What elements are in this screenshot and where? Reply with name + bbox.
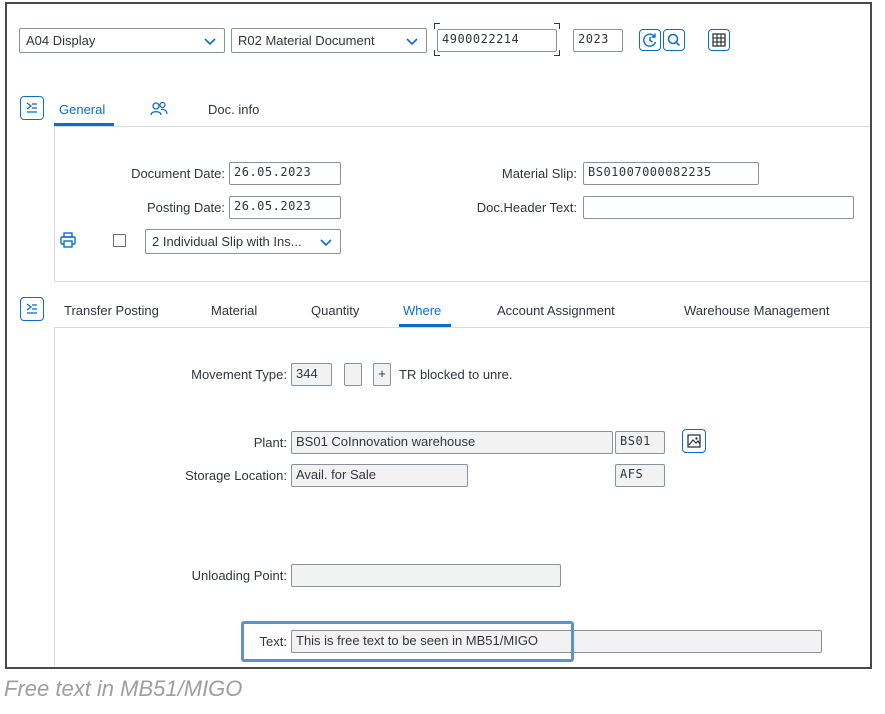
search-button[interactable] [663,29,685,51]
material-slip-field[interactable]: BS01007000082235 [583,162,759,185]
refresh-clock-icon [643,33,657,47]
doc-header-text-label: Doc.Header Text: [476,200,577,215]
tab-where[interactable]: Where [403,303,441,318]
action-dropdown[interactable]: A04 Display [19,28,225,53]
tab-general[interactable]: General [59,102,105,117]
overview-button[interactable] [708,29,730,51]
document-number-field[interactable]: 4900022214 [437,29,557,52]
unloading-point-field [291,564,561,587]
field-corner-mark [554,23,560,29]
posting-date-field[interactable]: 26.05.2023 [229,196,341,219]
reference-document-value: R02 Material Document [238,33,375,48]
reference-document-dropdown[interactable]: R02 Material Document [231,28,427,53]
plant-label: Plant: [253,435,287,450]
field-corner-mark [434,23,440,29]
figure-caption: Free text in MB51/MIGO [4,676,243,701]
collapse-panel-icon [26,102,37,113]
divider [54,126,870,127]
debit-credit-sign-field: + [373,363,391,386]
storage-location-name-field: Avail. for Sale [291,464,468,487]
chevron-down-icon [204,38,216,46]
storage-location-label: Storage Location: [185,468,287,483]
tab-doc-info[interactable]: Doc. info [208,102,259,117]
tab-partner[interactable] [149,100,169,123]
fiscal-year-field[interactable]: 2023 [573,29,623,52]
doc-header-text-field[interactable] [583,196,854,219]
special-stock-indicator-field [344,363,362,386]
collapse-panel-icon [26,303,37,314]
field-corner-mark [554,50,560,56]
grid-table-icon [712,33,726,47]
document-date-field[interactable]: 26.05.2023 [229,162,341,185]
print-version-value: 2 Individual Slip with Ins... [152,234,302,249]
material-slip-label: Material Slip: [501,166,577,181]
movement-type-label: Movement Type: [191,367,287,382]
search-icon [667,33,681,47]
print-version-dropdown[interactable]: 2 Individual Slip with Ins... [145,229,341,254]
execute-button[interactable] [639,29,661,51]
divider [54,281,870,282]
divider [54,327,870,328]
document-date-label: Document Date: [131,166,225,181]
people-icon [150,101,168,116]
migo-window: A04 Display R02 Material Document 490002… [5,2,872,669]
tab-warehouse-management[interactable]: Warehouse Management [684,303,830,318]
print-checkbox[interactable] [113,234,126,247]
action-value: A04 Display [26,33,96,48]
plant-name-field: BS01 CoInnovation warehouse [291,431,613,454]
highlight-box [241,621,574,662]
print-button[interactable] [59,231,77,254]
unloading-point-label: Unloading Point: [191,568,287,583]
tab-quantity[interactable]: Quantity [311,303,359,318]
plant-details-button[interactable] [682,429,706,453]
movement-type-field: 344 [291,363,332,386]
tab-account-assignment[interactable]: Account Assignment [497,303,615,318]
collapse-item-button[interactable] [20,297,44,321]
movement-type-text: TR blocked to unre. [399,367,513,382]
tab-material[interactable]: Material [211,303,257,318]
chevron-down-icon [406,38,418,46]
storage-location-code-field: AFS [615,464,665,487]
tab-transfer-posting[interactable]: Transfer Posting [64,303,159,318]
plant-code-field: BS01 [615,431,665,454]
image-icon [687,434,701,448]
posting-date-label: Posting Date: [146,200,225,215]
chevron-down-icon [320,239,332,247]
collapse-header-button[interactable] [20,96,44,120]
printer-icon [60,232,76,248]
field-corner-mark [434,50,440,56]
